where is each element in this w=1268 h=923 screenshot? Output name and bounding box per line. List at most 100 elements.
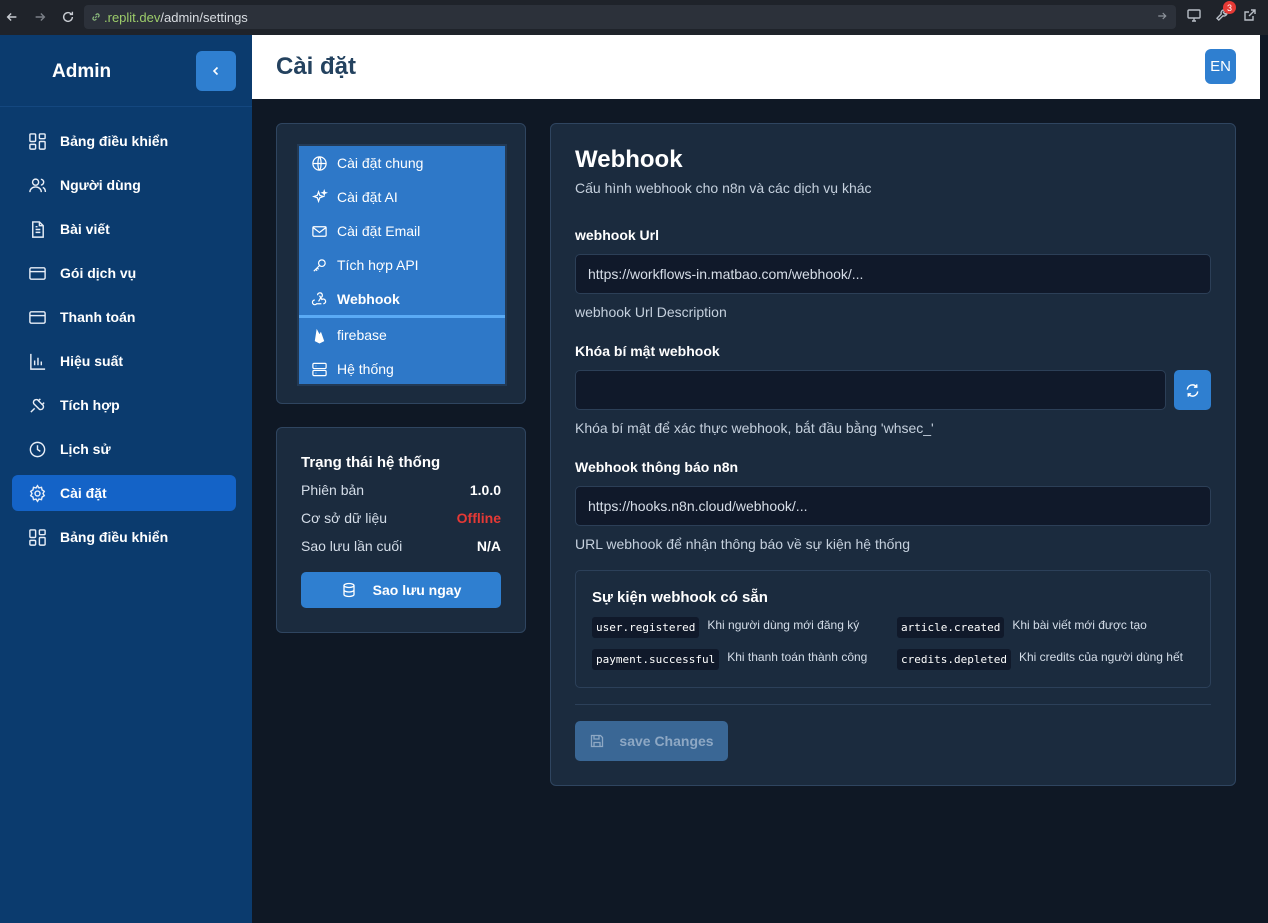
sidebar-item-users[interactable]: Người dùng bbox=[12, 167, 236, 203]
settings-tab-general[interactable]: Cài đặt chung bbox=[299, 146, 505, 180]
brand-title: Admin bbox=[52, 61, 112, 82]
settings-tab-label: Cài đặt chung bbox=[337, 155, 424, 171]
settings-tab-firebase[interactable]: firebase bbox=[299, 318, 505, 352]
page-header: Cài đặt EN bbox=[252, 35, 1260, 99]
settings-tab-system[interactable]: Hệ thống bbox=[299, 352, 505, 386]
sidebar-item-label: Cài đặt bbox=[60, 485, 107, 501]
bar-chart-icon bbox=[30, 353, 46, 370]
settings-tab-ai[interactable]: Cài đặt AI bbox=[299, 180, 505, 214]
status-row-last-backup: Sao lưu lần cuối N/A bbox=[301, 538, 501, 554]
settings-tab-api[interactable]: Tích hợp API bbox=[299, 248, 505, 282]
sidebar-item-dashboard[interactable]: Bảng điều khiển bbox=[12, 123, 236, 159]
collapse-sidebar-button[interactable] bbox=[196, 51, 236, 91]
sidebar-item-history[interactable]: Lịch sử bbox=[12, 431, 236, 467]
gear-icon bbox=[29, 483, 46, 503]
webhook-url-label: webhook Url bbox=[575, 227, 660, 243]
status-row-database: Cơ sở dữ liệu Offline bbox=[301, 510, 501, 526]
address-bar[interactable]: .replit.dev/admin/settings bbox=[84, 5, 1176, 29]
chevron-left-icon bbox=[212, 66, 219, 76]
sidebar-item-dashboard-2[interactable]: Bảng điều khiển bbox=[12, 519, 236, 555]
status-value: 1.0.0 bbox=[469, 482, 501, 498]
n8n-webhook-description: URL webhook để nhận thông báo về sự kiện… bbox=[575, 536, 910, 552]
n8n-webhook-input[interactable]: https://hooks.n8n.cloud/webhook/... bbox=[575, 486, 1211, 526]
status-value: N/A bbox=[476, 538, 501, 554]
dashboard-icon bbox=[29, 132, 46, 150]
system-status-card: Trạng thái hệ thống Phiên bản 1.0.0 Cơ s… bbox=[276, 427, 526, 633]
save-changes-button[interactable]: save Changes bbox=[575, 721, 728, 761]
events-title: Sự kiện webhook có sẵn bbox=[592, 589, 768, 606]
webhook-secret-input[interactable] bbox=[575, 370, 1166, 410]
sparkles-icon bbox=[311, 188, 328, 203]
event-item: credits.depleted Khi credits của người d… bbox=[897, 649, 1183, 670]
forward-icon[interactable] bbox=[28, 5, 52, 29]
reload-icon[interactable] bbox=[56, 5, 80, 29]
status-label: Phiên bản bbox=[301, 482, 365, 498]
save-icon bbox=[591, 734, 604, 748]
sidebar-item-label: Bảng điều khiển bbox=[60, 133, 169, 149]
language-toggle-button[interactable]: EN bbox=[1205, 49, 1236, 84]
sidebar-item-label: Người dùng bbox=[60, 177, 141, 193]
dashboard-icon bbox=[29, 528, 46, 546]
sidebar-menu: Bảng điều khiển Người dùng Bài viết Gói … bbox=[12, 123, 236, 563]
settings-tab-label: firebase bbox=[337, 327, 387, 343]
event-code: article.created bbox=[897, 617, 1005, 638]
event-item: article.created Khi bài viết mới được tạ… bbox=[897, 617, 1147, 638]
external-link-icon[interactable] bbox=[1242, 7, 1258, 23]
status-value-offline: Offline bbox=[456, 510, 501, 526]
event-code: payment.successful bbox=[592, 649, 720, 670]
backup-now-button[interactable]: Sao lưu ngay bbox=[301, 572, 501, 608]
sidebar-item-integrations[interactable]: Tích hợp bbox=[12, 387, 236, 423]
monitor-icon[interactable] bbox=[1186, 7, 1202, 23]
sidebar-item-settings[interactable]: Cài đặt bbox=[12, 475, 236, 511]
firebase-icon bbox=[314, 328, 325, 344]
link-icon bbox=[92, 13, 100, 21]
wrench-icon[interactable]: 3 bbox=[1214, 1, 1236, 23]
settings-nav-card: Cài đặt chung Cài đặt AI Cài đặt Email T… bbox=[276, 123, 526, 404]
settings-tab-webhook[interactable]: Webhook bbox=[299, 282, 505, 318]
settings-tab-email[interactable]: Cài đặt Email bbox=[299, 214, 505, 248]
settings-tab-label: Hệ thống bbox=[337, 361, 394, 377]
document-icon bbox=[32, 220, 44, 238]
sidebar-item-plans[interactable]: Gói dịch vụ bbox=[12, 255, 236, 291]
webhook-url-input[interactable]: https://workflows-in.matbao.com/webhook/… bbox=[575, 254, 1211, 294]
server-icon bbox=[312, 362, 327, 376]
settings-tab-label: Tích hợp API bbox=[337, 257, 419, 273]
sidebar-item-label: Hiệu suất bbox=[60, 353, 124, 369]
sidebar-item-performance[interactable]: Hiệu suất bbox=[12, 343, 236, 379]
notification-badge: 3 bbox=[1223, 1, 1236, 14]
webhook-icon bbox=[311, 291, 327, 305]
event-item: payment.successful Khi thanh toán thành … bbox=[592, 649, 867, 670]
sidebar-item-label: Lịch sử bbox=[60, 441, 111, 457]
system-status-title: Trạng thái hệ thống bbox=[301, 454, 441, 471]
backup-button-label: Sao lưu ngay bbox=[372, 582, 462, 598]
save-button-label: save Changes bbox=[619, 733, 714, 749]
event-description: Khi bài viết mới được tạo bbox=[1012, 618, 1147, 632]
mail-icon bbox=[312, 225, 327, 237]
event-code: user.registered bbox=[592, 617, 700, 638]
event-description: Khi credits của người dùng hết bbox=[1018, 650, 1183, 664]
sidebar-item-label: Gói dịch vụ bbox=[60, 265, 137, 281]
settings-nav: Cài đặt chung Cài đặt AI Cài đặt Email T… bbox=[297, 144, 507, 386]
card-icon bbox=[29, 266, 46, 280]
sidebar-item-label: Thanh toán bbox=[60, 309, 136, 325]
n8n-webhook-label: Webhook thông báo n8n bbox=[575, 459, 739, 475]
back-icon[interactable] bbox=[0, 5, 24, 29]
url-path: /admin/settings bbox=[160, 9, 248, 25]
card-icon bbox=[29, 310, 46, 324]
sidebar-item-label: Bài viết bbox=[60, 221, 110, 237]
webhook-url-description: webhook Url Description bbox=[575, 304, 727, 320]
status-label: Cơ sở dữ liệu bbox=[301, 510, 388, 526]
webhook-url-placeholder: https://workflows-in.matbao.com/webhook/… bbox=[588, 266, 864, 282]
key-icon bbox=[313, 258, 326, 272]
regenerate-secret-button[interactable] bbox=[1174, 370, 1211, 410]
sidebar-item-articles[interactable]: Bài viết bbox=[12, 211, 236, 247]
arrow-right-icon[interactable] bbox=[1156, 10, 1168, 22]
refresh-icon bbox=[1186, 383, 1199, 397]
users-icon bbox=[29, 177, 47, 192]
sidebar: Admin Bảng điều khiển Người dùng Bài viế… bbox=[0, 35, 252, 923]
webhook-settings-card: Webhook Cấu hình webhook cho n8n và các … bbox=[550, 123, 1236, 786]
webhook-secret-description: Khóa bí mật để xác thực webhook, bắt đầu… bbox=[575, 420, 934, 436]
sidebar-item-payments[interactable]: Thanh toán bbox=[12, 299, 236, 335]
event-item: user.registered Khi người dùng mới đăng … bbox=[592, 617, 859, 638]
settings-tab-label: Cài đặt AI bbox=[337, 189, 398, 205]
